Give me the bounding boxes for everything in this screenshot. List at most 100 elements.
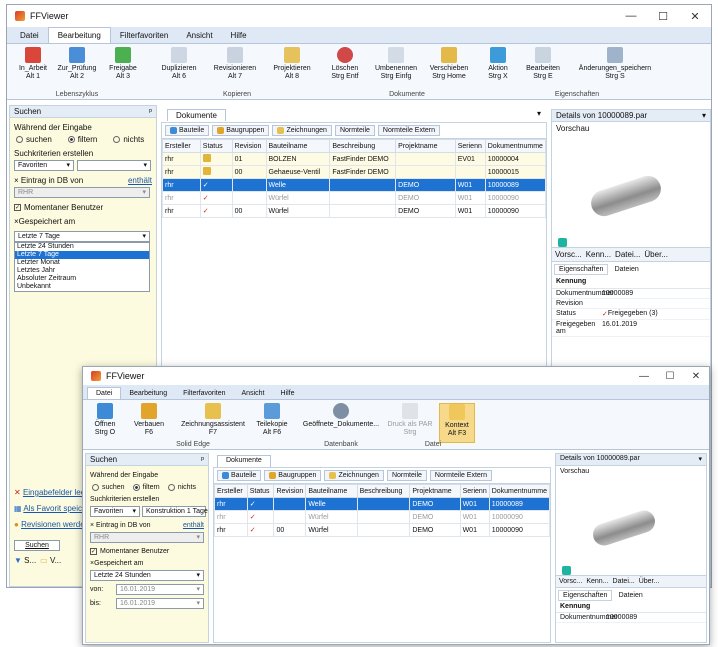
tab-ueber[interactable]: Über...	[644, 250, 668, 259]
tab-bearbeitung[interactable]: Bearbeitung	[47, 27, 111, 43]
period-select[interactable]: Letzte 24 Stunden ▾	[90, 569, 204, 581]
favorites-select[interactable]: Favoriten ▾	[90, 505, 140, 517]
normteile-button[interactable]: Normteile	[386, 470, 427, 481]
column-header[interactable]: Bauteilname	[265, 139, 331, 153]
column-header[interactable]: Beschreibung	[356, 484, 411, 498]
revisions-link[interactable]: Revisionen werden	[21, 520, 89, 529]
table-row[interactable]: rhr ✓ Welle DEMO W01 10000089	[214, 497, 550, 511]
zeichnungen-button[interactable]: Zeichnungen	[272, 125, 332, 136]
preview-tool-icon[interactable]	[558, 238, 567, 247]
column-header[interactable]: Revision	[273, 484, 307, 498]
column-header[interactable]: Bauteilname	[305, 484, 358, 498]
tab-filterfavoriten[interactable]: Filterfavoriten	[111, 28, 177, 43]
tab-kennung[interactable]: Kenn...	[586, 578, 608, 585]
documents-tab[interactable]: Dokumente	[167, 109, 226, 121]
verschieben-button[interactable]: Verschieben Strg Home	[427, 47, 471, 81]
table-row[interactable]: rhr ✓ 00 Würfel DEMO W01 10000090	[214, 523, 550, 537]
duplizieren-button[interactable]: Duplizieren Alt 6	[157, 47, 201, 81]
radio-suchen[interactable]	[16, 135, 23, 143]
freigabe-button[interactable]: Freigabe Alt 3	[103, 47, 143, 81]
tab-vorschau[interactable]: Vorsc...	[559, 578, 582, 585]
aktion-button[interactable]: Aktion Strg X	[481, 47, 515, 81]
period-option[interactable]: Unbekannt	[15, 283, 149, 291]
tab-filterfavoriten[interactable]: Filterfavoriten	[175, 388, 233, 399]
zeichnungen-button[interactable]: Zeichnungen	[324, 470, 384, 481]
tab-datei[interactable]: Datei...	[613, 578, 635, 585]
construction-select[interactable]: Konstruktion 1 Tage▾	[142, 505, 208, 517]
documents-menu-icon[interactable]: ▾	[537, 109, 541, 118]
period-option[interactable]: Letzter Monat	[15, 259, 149, 267]
oeffnen-button[interactable]: Öffnen Strg O	[89, 403, 121, 437]
tab-kennung[interactable]: Kenn...	[586, 250, 611, 259]
entry-operator-link[interactable]: enthält	[128, 176, 152, 185]
minimize-button[interactable]: —	[631, 371, 657, 382]
druck-als-par-button[interactable]: Druck als PAR Strg	[385, 403, 435, 437]
bauteile-button[interactable]: Bauteile	[217, 470, 262, 481]
chevron-down-icon[interactable]: ▾	[702, 111, 706, 120]
chevron-down-icon[interactable]: ▾	[698, 455, 702, 464]
column-header[interactable]: Ersteller	[214, 484, 248, 498]
in-arbeit-button[interactable]: In_Arbeit Alt 1	[13, 47, 53, 81]
period-option[interactable]: Absoluter Zeitraum	[15, 275, 149, 283]
documents-tab[interactable]: Dokumente	[217, 455, 271, 467]
bearbeiten-button[interactable]: Bearbeiten Strg E	[523, 47, 563, 81]
normteile-button[interactable]: Normteile	[334, 125, 375, 136]
column-header[interactable]: Status	[199, 139, 233, 153]
tab-vorschau[interactable]: Vorsc...	[555, 250, 582, 259]
umbenennen-button[interactable]: Umbenennen Strg Einfg	[373, 47, 419, 81]
bottom-tab-view[interactable]: ▭ V...	[40, 556, 61, 565]
tab-eigenschaften[interactable]: Eigenschaften	[558, 590, 613, 601]
normteile-extern-button[interactable]: Normteile Extern	[377, 125, 441, 136]
search-button[interactable]: Suchen	[14, 540, 60, 551]
column-header[interactable]: Serienn	[459, 484, 490, 498]
baugruppen-button[interactable]: Baugruppen	[212, 125, 270, 136]
minimize-button[interactable]: —	[615, 10, 647, 22]
loeschen-button[interactable]: Löschen Strg Entf	[325, 47, 365, 81]
favorites-select[interactable]: Favoriten ▾	[14, 159, 74, 171]
tab-datei[interactable]: Datei...	[615, 250, 640, 259]
teilekopie-button[interactable]: Teilekopie Alt F6	[251, 403, 293, 437]
column-header[interactable]: Status	[246, 484, 275, 498]
tab-dateien[interactable]: Dateien	[615, 591, 647, 600]
period-option[interactable]: Letztes Jahr	[15, 267, 149, 275]
column-header[interactable]: Projektname	[409, 484, 461, 498]
baugruppen-button[interactable]: Baugruppen	[264, 470, 322, 481]
preview-tool-icon[interactable]	[562, 566, 571, 575]
entry-input[interactable]: RHR ▾	[14, 186, 150, 198]
current-user-checkbox[interactable]: ✓	[90, 547, 97, 555]
verbauen-button[interactable]: Verbauen F6	[129, 403, 169, 437]
tab-datei[interactable]: Datei	[11, 28, 48, 43]
tab-hilfe[interactable]: Hilfe	[222, 28, 256, 43]
radio-nichts[interactable]	[113, 135, 121, 143]
from-date-input[interactable]: 16.01.2019 ▾	[116, 583, 204, 595]
to-date-input[interactable]: 16.01.2019 ▾	[116, 597, 204, 609]
radio-suchen[interactable]	[92, 483, 99, 491]
table-row[interactable]: rhr ✓ 00 Würfel DEMO W01 10000090	[162, 204, 546, 218]
column-header[interactable]: Dokumentnumme	[488, 484, 550, 498]
radio-filtern[interactable]	[132, 483, 140, 491]
tab-bearbeitung[interactable]: Bearbeitung	[121, 388, 175, 399]
tab-ansicht[interactable]: Ansicht	[177, 28, 221, 43]
table-row[interactable]: rhr 01 BOLZEN FastFinder DEMO EV01 10000004	[162, 152, 546, 166]
tab-ueber[interactable]: Über...	[639, 578, 660, 585]
maximize-button[interactable]: ☐	[647, 10, 679, 23]
close-button[interactable]: ✕	[679, 10, 711, 23]
tab-eigenschaften[interactable]: Eigenschaften	[554, 264, 609, 275]
column-header[interactable]: Beschreibung	[329, 139, 397, 153]
table-row[interactable]: rhr 00 Gehaeuse-Ventil FastFinder DEMO 10000…	[162, 165, 546, 179]
normteile-extern-button[interactable]: Normteile Extern	[429, 470, 493, 481]
table-row[interactable]: rhr ✓ Würfel DEMO W01 10000090	[162, 191, 546, 205]
bottom-tab-search[interactable]: ▼ S...	[14, 556, 36, 565]
bauteile-button[interactable]: Bauteile	[165, 125, 210, 136]
period-option[interactable]: Letzte 7 Tage	[15, 251, 149, 259]
tab-datei[interactable]: Datei	[87, 387, 122, 399]
zeichnungsassistent-button[interactable]: Zeichnungsassistent F7	[177, 403, 249, 437]
maximize-button[interactable]: ☐	[657, 371, 683, 382]
period-option[interactable]: Letzte 24 Stunden	[15, 243, 149, 251]
pin-icon[interactable]: ᵖ	[201, 455, 204, 464]
geoeffnete-dokumente-button[interactable]: Geöffnete_Dokumente...	[299, 403, 383, 429]
tab-hilfe[interactable]: Hilfe	[272, 388, 302, 399]
favorites-secondary-select[interactable]: ▾	[77, 159, 151, 171]
tab-ansicht[interactable]: Ansicht	[234, 388, 273, 399]
table-row[interactable]: rhr ✓ Welle DEMO W01 10000089	[162, 178, 546, 192]
